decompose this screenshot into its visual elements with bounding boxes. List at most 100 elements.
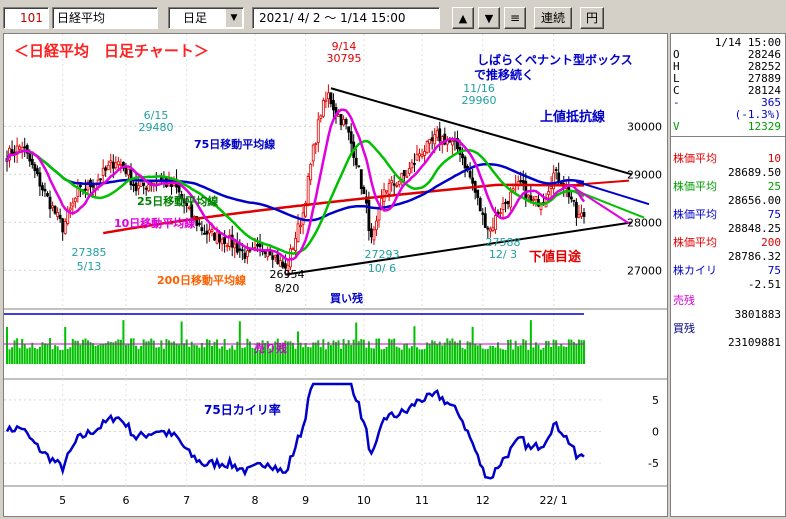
volume-bar <box>104 343 107 364</box>
volume-bar <box>370 348 373 364</box>
volume-bar <box>309 347 312 364</box>
ma75-projection <box>576 180 650 206</box>
candle-body <box>306 176 310 205</box>
candle-body <box>281 261 285 268</box>
candle-body <box>208 229 211 234</box>
next-button[interactable]: ▼ <box>478 7 500 29</box>
candle-body <box>99 178 103 181</box>
candle-body <box>392 183 396 186</box>
menu-lines-icon: ≡ <box>509 11 521 25</box>
volume-bar <box>218 348 221 364</box>
candle-body <box>332 100 335 111</box>
volume-bar <box>190 341 193 364</box>
candle-body <box>30 158 34 166</box>
volume-bar <box>238 321 241 364</box>
candle-body <box>33 164 37 171</box>
candle-body <box>402 169 406 176</box>
volume-bar <box>31 342 34 364</box>
volume-bar <box>562 346 565 364</box>
menu-button[interactable]: ≡ <box>504 7 526 29</box>
candle-body <box>38 172 42 187</box>
candle-body <box>387 183 391 195</box>
candle-body <box>111 161 115 169</box>
volume-bar <box>102 344 105 364</box>
volume-bar <box>38 346 41 364</box>
candle-body <box>575 201 578 218</box>
volume-bar <box>572 341 575 364</box>
candle-body <box>372 229 376 241</box>
candle-body <box>291 248 295 251</box>
volume-bar <box>200 342 203 364</box>
volume-bar <box>552 339 555 364</box>
volume-bar <box>236 341 239 364</box>
candle-body <box>468 170 472 178</box>
candle-body <box>569 196 573 200</box>
callout-value: 27385 <box>72 246 107 259</box>
candle-body <box>397 180 401 185</box>
volume-bar <box>324 349 327 364</box>
volume-bar <box>438 341 441 364</box>
continuous-button[interactable]: 連続 <box>534 7 572 29</box>
volume-bar <box>26 348 29 364</box>
volume-bar <box>71 338 74 364</box>
prev-button[interactable]: ▲ <box>452 7 474 29</box>
volume-bar <box>436 343 439 364</box>
candle-body <box>235 241 239 253</box>
candle-body <box>347 126 351 133</box>
volume-bar <box>223 338 226 364</box>
volume-bar <box>489 345 492 364</box>
volume-bar <box>557 346 560 364</box>
date-range-field[interactable]: 2021/ 4/ 2 ～ 1/14 15:00 <box>252 7 440 29</box>
volume-bar <box>350 344 353 364</box>
name-input[interactable]: 日経平均 <box>52 7 158 29</box>
volume-bar <box>355 322 358 364</box>
volume-bar <box>286 341 289 364</box>
month-tick-label: 10 <box>357 494 371 507</box>
yen-button[interactable]: 円 <box>580 7 604 29</box>
candle-body <box>129 169 133 186</box>
volume-bar <box>51 349 54 364</box>
volume-bar <box>471 326 474 364</box>
candle-body <box>35 168 39 175</box>
candle-body <box>299 225 302 228</box>
volume-bar <box>231 345 234 364</box>
candle-body <box>433 134 437 145</box>
ma200-value: 28786.32 <box>728 250 781 263</box>
volume-bar <box>388 338 391 364</box>
candle-body <box>243 252 247 259</box>
support-label: 下値目途 <box>529 249 582 265</box>
volume-bar <box>233 349 236 364</box>
volume-bar <box>54 345 57 364</box>
candle-body <box>20 147 24 151</box>
candle-body <box>418 153 421 157</box>
candle-body <box>438 128 442 142</box>
callout-value: 30795 <box>327 52 362 65</box>
candle-body <box>106 164 110 171</box>
chart-title: ＜日経平均 日足チャート＞ <box>14 42 209 60</box>
volume-bar <box>334 342 337 364</box>
pennant-note: しばらくペナント型ボックス <box>477 52 633 67</box>
volume-bar <box>107 341 110 364</box>
candle-body <box>48 196 52 210</box>
volume-bar <box>28 347 31 364</box>
period-select[interactable]: 日足 ▼ <box>168 7 244 29</box>
volume-bar <box>243 347 246 364</box>
volume-bar <box>56 346 59 364</box>
candle-body <box>415 153 419 161</box>
volume-bar <box>294 348 297 364</box>
volume-bar <box>195 345 198 364</box>
ma25-label: 25日移動平均線 <box>137 194 218 208</box>
candle-body <box>491 227 495 232</box>
candle-body <box>577 213 581 218</box>
callout-date: 8/20 <box>275 282 300 295</box>
volume-bar <box>575 344 578 364</box>
candle-body <box>28 152 32 162</box>
code-input[interactable]: 101 <box>3 7 49 29</box>
volume-bar <box>504 349 507 364</box>
candle-body <box>362 186 366 195</box>
candle-body <box>501 203 505 210</box>
volume-bar <box>375 338 378 364</box>
candle-body <box>385 190 389 193</box>
price-tick-label: 27000 <box>627 264 662 277</box>
volume-bar <box>188 346 191 364</box>
